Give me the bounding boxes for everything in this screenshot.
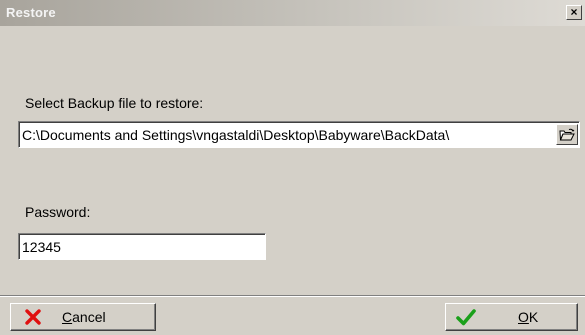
cancel-button[interactable]: Cancel: [10, 303, 156, 331]
close-button[interactable]: ×: [566, 5, 582, 20]
password-input[interactable]: [19, 234, 265, 259]
ok-label: OK: [518, 309, 539, 325]
green-check-icon: [456, 309, 476, 326]
ok-button[interactable]: OK: [445, 303, 578, 331]
password-label: Password:: [25, 204, 91, 220]
password-field[interactable]: [18, 233, 266, 260]
folder-open-icon: [559, 128, 575, 140]
browse-button[interactable]: [556, 124, 578, 145]
backup-path-field[interactable]: [18, 121, 580, 148]
close-icon: ×: [570, 5, 578, 19]
cancel-label: Cancel: [62, 309, 106, 325]
title-bar[interactable]: Restore ×: [0, 0, 585, 26]
button-bar: Cancel OK: [0, 296, 585, 335]
window-title: Restore: [6, 5, 56, 20]
backup-file-label: Select Backup file to restore:: [25, 95, 204, 111]
restore-dialog: Restore × Select Backup file to restore:…: [0, 0, 585, 335]
red-x-icon: [25, 309, 41, 325]
backup-path-input[interactable]: [19, 122, 553, 147]
